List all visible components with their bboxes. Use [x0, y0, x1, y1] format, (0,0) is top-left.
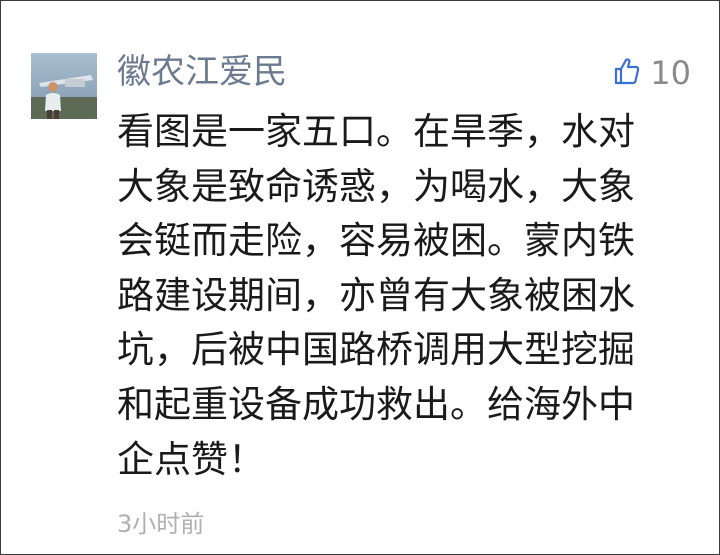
- comment-text-line: 看图是一家五口。在旱季，水对: [117, 110, 635, 153]
- comment-timestamp: 3小时前: [117, 510, 205, 538]
- comment-text: 看图是一家五口。在旱季，水对 大象是致命诱惑，为喝水，大象 会铤而走险，容易被困…: [117, 105, 677, 487]
- comment-author[interactable]: 徽农江爱民: [117, 50, 287, 94]
- comment-text-line: 路建设期间，亦曾有大象被困水: [117, 273, 635, 317]
- avatar-photo: [31, 53, 97, 119]
- like-button[interactable]: 10: [614, 53, 691, 93]
- comment-text-line: 和起重设备成功救出。给海外中: [117, 382, 635, 426]
- comment-text-line: 坑，后被中国路桥调用大型挖掘: [117, 328, 635, 372]
- comment-text-line: 大象是致命诱惑，为喝水，大象: [117, 164, 635, 208]
- comment-text-line: 会铤而走险，容易被困。蒙内铁: [117, 219, 635, 263]
- comment-card: 徽农江爱民 10 看图是一家五口。在旱季，水对 大象是致命诱惑，为喝水，大象 会…: [0, 0, 720, 555]
- avatar[interactable]: [31, 53, 97, 119]
- like-count: 10: [650, 54, 691, 92]
- thumbs-up-icon: [614, 57, 640, 89]
- comment-text-line: 企点赞！: [117, 437, 265, 481]
